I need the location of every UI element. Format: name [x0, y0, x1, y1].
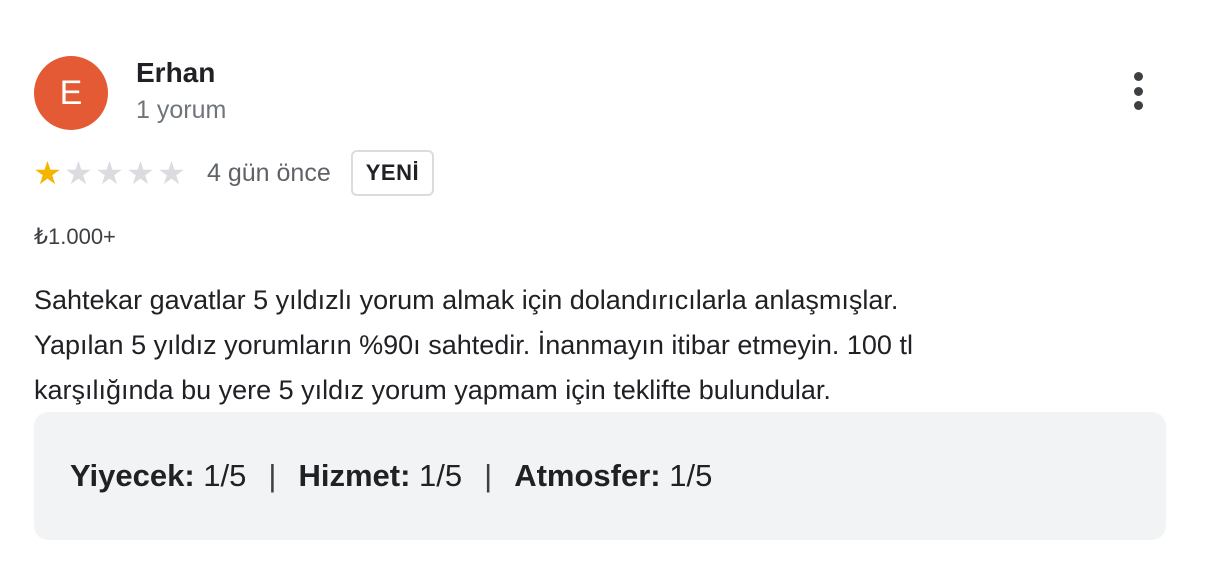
- more-vert-icon: [1133, 72, 1143, 81]
- separator: |: [268, 458, 277, 493]
- service-label: Hizmet:: [298, 458, 411, 493]
- avatar[interactable]: E: [34, 56, 108, 130]
- star-rating: ★ ★ ★ ★ ★: [32, 157, 187, 189]
- more-vert-icon-dot: [1133, 101, 1143, 110]
- atmosphere-rating: 1/5: [669, 458, 713, 493]
- star-icon: ★: [126, 154, 155, 192]
- review-card: E Erhan 1 yorum ★ ★ ★ ★ ★ 4 gün önce YENİ ₺1…: [0, 0, 1208, 572]
- subratings-panel: Yiyecek: 1/5 | Hizmet: 1/5 | Atmosfer: 1…: [34, 412, 1166, 540]
- rating-row: ★ ★ ★ ★ ★ 4 gün önce YENİ: [32, 148, 435, 198]
- atmosphere-label: Atmosfer:: [514, 458, 661, 493]
- star-icon: ★: [33, 154, 62, 192]
- star-icon: ★: [95, 154, 124, 192]
- review-text: Sahtekar gavatlar 5 yıldızlı yorum almak…: [34, 278, 1134, 413]
- review-date: 4 gün önce: [207, 158, 331, 187]
- author-name[interactable]: Erhan: [136, 57, 215, 89]
- price-range: ₺1.000+: [34, 224, 116, 249]
- separator: |: [484, 458, 493, 493]
- author-review-count: 1 yorum: [136, 96, 227, 124]
- new-badge: YENİ: [350, 150, 435, 196]
- review-text-line: karşılığında bu yere 5 yıldız yorum yapm…: [34, 375, 831, 405]
- food-rating: 1/5: [203, 458, 247, 493]
- more-options-button[interactable]: [1120, 68, 1156, 114]
- star-icon: ★: [157, 154, 186, 192]
- more-vert-icon-dot: [1133, 86, 1143, 96]
- star-icon: ★: [64, 154, 93, 192]
- review-text-line: Yapılan 5 yıldız yorumların %90ı sahtedi…: [34, 330, 913, 360]
- review-text-line: Sahtekar gavatlar 5 yıldızlı yorum almak…: [34, 285, 899, 315]
- service-rating: 1/5: [419, 458, 463, 493]
- food-label: Yiyecek:: [70, 458, 195, 493]
